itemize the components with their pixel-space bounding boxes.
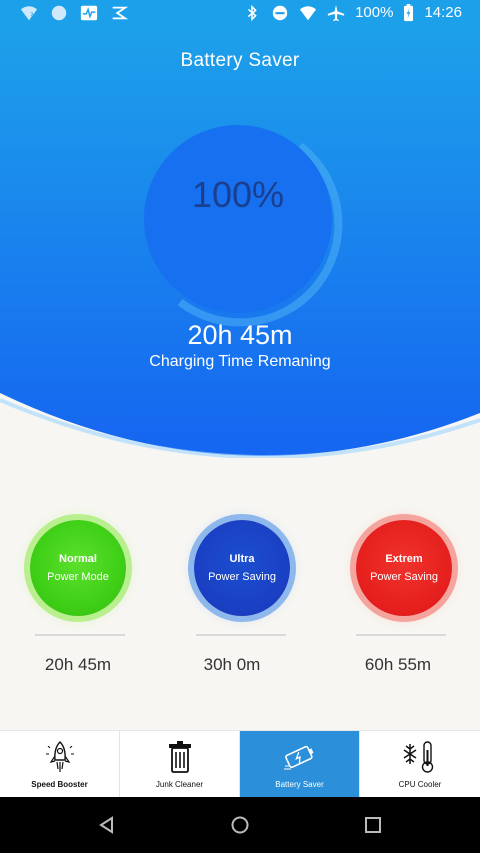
extrem-power-saving-button[interactable]: Extrem Power Saving bbox=[356, 520, 452, 616]
status-bar: ? 100% 14:26 bbox=[0, 0, 480, 28]
time-remaining-label: Charging Time Remaning bbox=[149, 353, 331, 370]
back-icon[interactable] bbox=[97, 815, 117, 835]
check-icon bbox=[112, 6, 128, 20]
battery-circle bbox=[144, 125, 332, 313]
tab-cpu-cooler[interactable]: CPU Cooler bbox=[360, 731, 480, 798]
tab-battery-saver[interactable]: Battery Saver bbox=[240, 731, 360, 798]
tab-junk-cleaner[interactable]: Junk Cleaner bbox=[120, 731, 240, 798]
tab-label: Battery Saver bbox=[275, 780, 324, 789]
battery-header: Battery Saver 100% 20h 45m Charging Time… bbox=[0, 28, 480, 458]
mode-subtitle: Power Saving bbox=[208, 571, 276, 583]
battery-charging-icon bbox=[404, 4, 414, 22]
divider bbox=[35, 634, 125, 636]
mode-name: Ultra bbox=[229, 553, 255, 565]
bluetooth-icon bbox=[247, 4, 257, 22]
mode-name: Extrem bbox=[385, 553, 423, 565]
battery-percent: 100% bbox=[355, 4, 394, 21]
normal-power-mode-button[interactable]: Normal Power Mode bbox=[30, 520, 126, 616]
extrem-mode-time: 60h 55m bbox=[364, 655, 432, 674]
ultra-power-saving-button[interactable]: Ultra Power Saving bbox=[194, 520, 290, 616]
circle-icon bbox=[51, 5, 67, 21]
mode-subtitle: Power Saving bbox=[370, 571, 438, 583]
normal-mode-time: 20h 45m bbox=[44, 655, 112, 674]
activity-icon bbox=[80, 5, 98, 21]
page-title: Battery Saver bbox=[180, 50, 300, 71]
mode-subtitle: Power Mode bbox=[47, 571, 109, 583]
rocket-icon bbox=[45, 741, 74, 772]
tab-label: Junk Cleaner bbox=[155, 780, 204, 789]
system-nav-bar bbox=[0, 797, 480, 853]
battery-icon bbox=[283, 745, 314, 770]
home-icon[interactable] bbox=[230, 815, 250, 835]
mode-name: Normal bbox=[59, 553, 97, 565]
bottom-tab-bar: Speed Booster Junk Cleaner Battery Saver bbox=[0, 730, 480, 798]
airplane-icon bbox=[327, 4, 345, 22]
ultra-mode-time: 30h 0m bbox=[203, 655, 261, 674]
tab-speed-booster[interactable]: Speed Booster bbox=[0, 731, 120, 798]
recents-icon[interactable] bbox=[363, 815, 383, 835]
divider bbox=[196, 634, 286, 636]
svg-text:?: ? bbox=[30, 11, 34, 20]
thermometer-snowflake-icon bbox=[403, 741, 434, 773]
clock: 14:26 bbox=[424, 4, 462, 21]
wifi-question-icon: ? bbox=[20, 6, 38, 21]
battery-percentage: 100% bbox=[191, 174, 285, 215]
divider bbox=[356, 634, 446, 636]
trash-icon bbox=[168, 741, 191, 773]
do-not-disturb-icon bbox=[272, 5, 288, 21]
tab-label: Speed Booster bbox=[31, 780, 88, 789]
time-remaining: 20h 45m bbox=[187, 320, 293, 350]
wifi-icon bbox=[299, 6, 317, 21]
tab-label: CPU Cooler bbox=[398, 780, 442, 789]
